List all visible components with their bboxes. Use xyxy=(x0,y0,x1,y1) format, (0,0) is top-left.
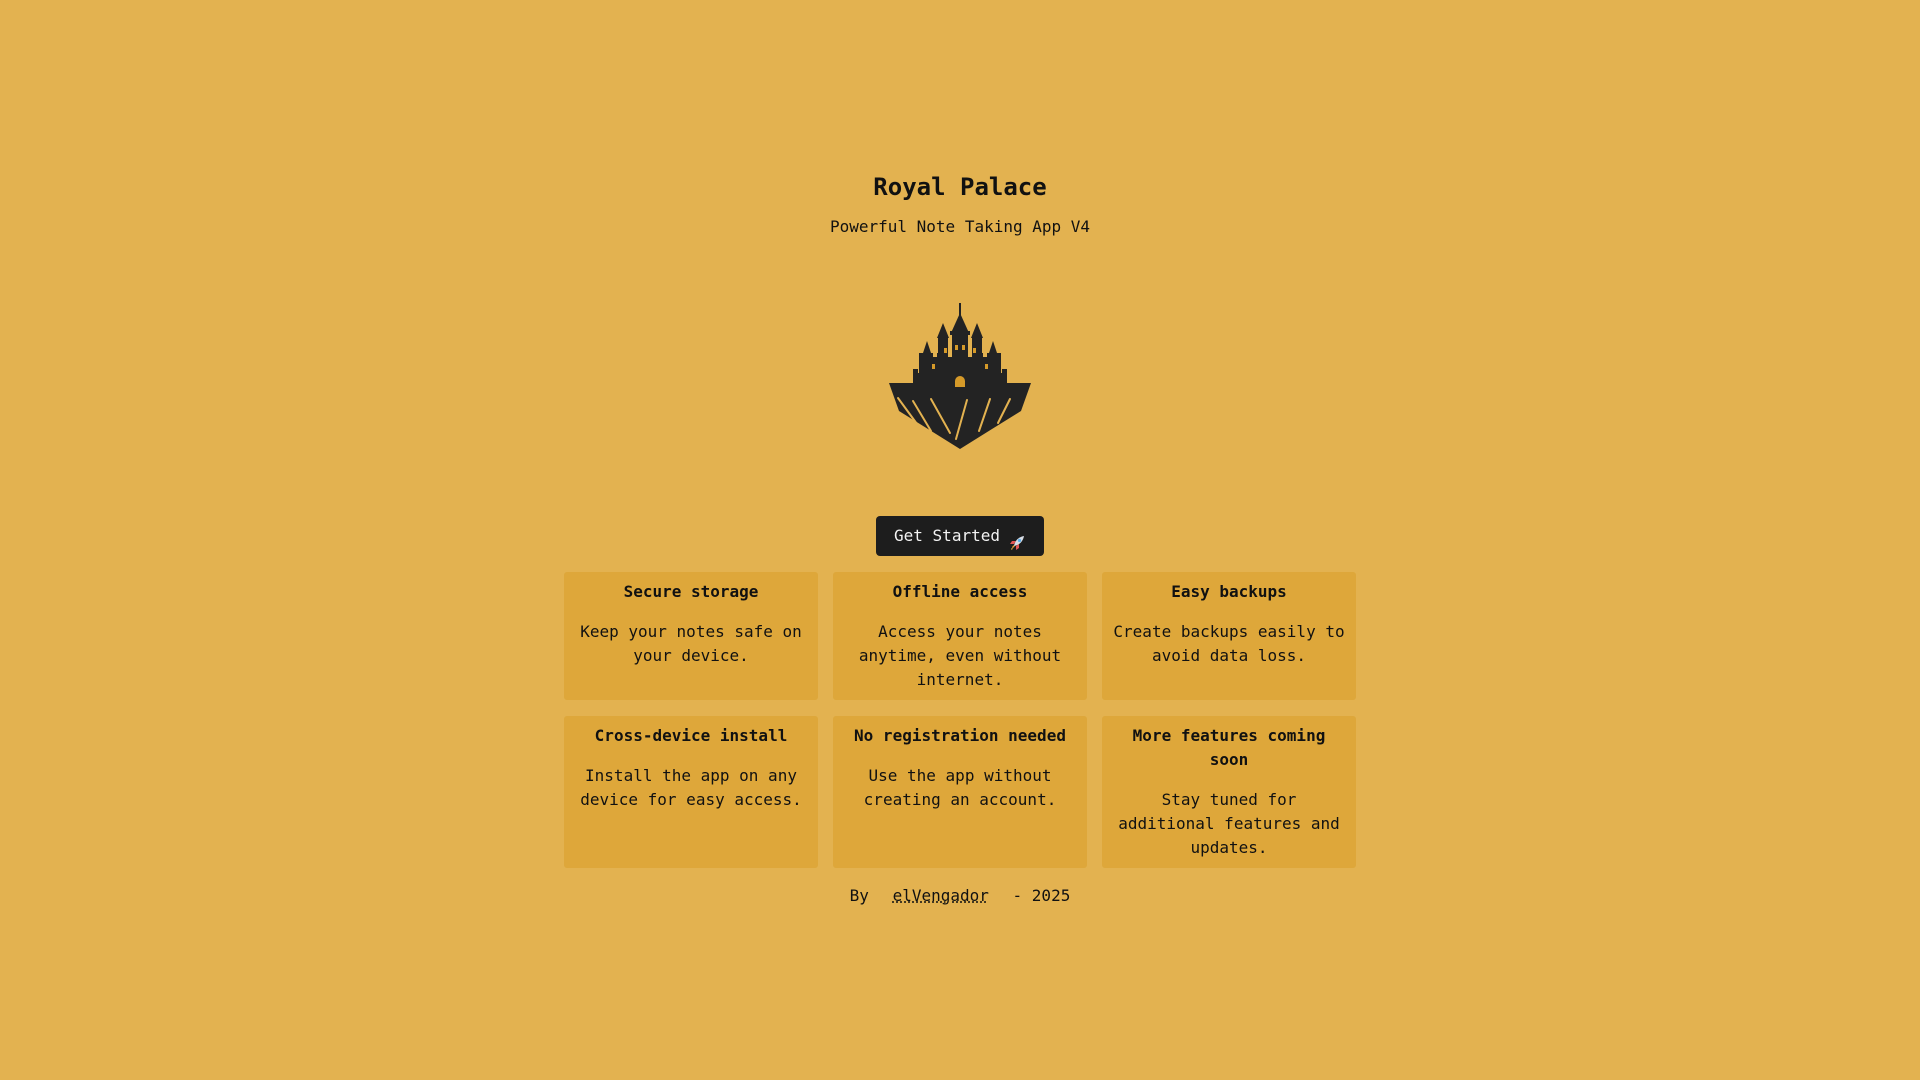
footer-prefix: By xyxy=(849,886,869,905)
app-subtitle: Powerful Note Taking App V4 xyxy=(829,217,1091,236)
hero-header: Royal Palace Powerful Note Taking App V4 xyxy=(0,170,1920,238)
feature-card-cross-device-install: Cross-device install Install the app on … xyxy=(564,716,818,868)
feature-title: Offline access xyxy=(892,582,1028,601)
feature-description: Keep your notes safe on your device. xyxy=(580,622,802,665)
rocket-icon xyxy=(1008,527,1026,550)
feature-title: Secure storage xyxy=(623,582,759,601)
app-title: Royal Palace xyxy=(873,173,1047,201)
feature-description: Access your notes anytime, even without … xyxy=(858,622,1062,689)
landing-page: Royal Palace Powerful Note Taking App V4 xyxy=(0,0,1920,1080)
feature-card-offline-access: Offline access Access your notes anytime… xyxy=(833,572,1087,700)
features-grid: Secure storage Keep your notes safe on y… xyxy=(564,572,1356,868)
feature-card-more-features: More features coming soon Stay tuned for… xyxy=(1102,716,1356,868)
feature-title: More features coming soon xyxy=(1132,726,1326,769)
author-link[interactable]: elVengador xyxy=(893,886,989,905)
page-footer: By elVengador - 2025 xyxy=(0,884,1920,908)
footer-year: - 2025 xyxy=(1012,886,1071,905)
castle-logo-icon xyxy=(889,303,1031,451)
feature-title: No registration needed xyxy=(854,726,1066,745)
castle-icon xyxy=(889,303,1031,449)
feature-description: Stay tuned for additional features and u… xyxy=(1118,790,1340,857)
get-started-label: Get Started xyxy=(894,526,1000,545)
feature-card-easy-backups: Easy backups Create backups easily to av… xyxy=(1102,572,1356,700)
feature-title: Easy backups xyxy=(1171,582,1287,601)
get-started-button[interactable]: Get Started xyxy=(876,516,1044,556)
feature-title: Cross-device install xyxy=(594,726,788,745)
feature-card-secure-storage: Secure storage Keep your notes safe on y… xyxy=(564,572,818,700)
feature-card-no-registration: No registration needed Use the app witho… xyxy=(833,716,1087,868)
feature-description: Create backups easily to avoid data loss… xyxy=(1113,622,1345,665)
feature-description: Use the app without creating an account. xyxy=(863,766,1057,809)
feature-description: Install the app on any device for easy a… xyxy=(580,766,802,809)
